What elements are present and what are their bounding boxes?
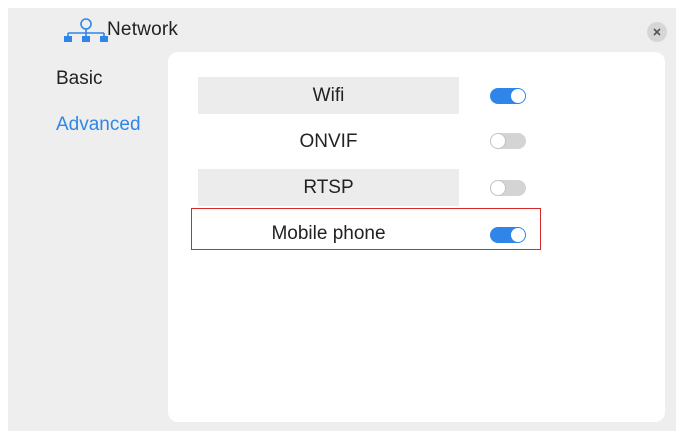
- close-icon: [653, 28, 661, 36]
- settings-row-rtsp: RTSP: [198, 169, 459, 206]
- onvif-label: ONVIF: [299, 130, 358, 152]
- sidebar-item-advanced[interactable]: Advanced: [56, 114, 141, 136]
- toggle-knob: [511, 89, 525, 103]
- onvif-toggle[interactable]: [490, 133, 526, 149]
- sidebar-item-basic[interactable]: Basic: [56, 68, 102, 90]
- mobile-phone-label: Mobile phone: [271, 222, 386, 244]
- settings-row-mobile-phone: Mobile phone: [198, 215, 459, 252]
- settings-row-onvif: ONVIF: [198, 123, 459, 160]
- title-bar: Network: [8, 8, 676, 48]
- wifi-toggle[interactable]: [490, 88, 526, 104]
- settings-row-wifi: Wifi: [198, 77, 459, 114]
- mobile-phone-toggle[interactable]: [490, 227, 526, 243]
- toggle-knob: [491, 181, 505, 195]
- toggle-knob: [511, 228, 525, 242]
- window-title: Network: [107, 19, 179, 40]
- network-topology-icon: [64, 18, 108, 42]
- wifi-label: Wifi: [312, 84, 345, 106]
- rtsp-toggle[interactable]: [490, 180, 526, 196]
- toggle-knob: [491, 134, 505, 148]
- network-settings-window: Network Basic Advanced Wifi ONVIF RTSP M…: [8, 8, 676, 431]
- rtsp-label: RTSP: [303, 176, 354, 198]
- close-button[interactable]: [647, 22, 667, 42]
- advanced-settings-panel: Wifi ONVIF RTSP Mobile phone: [168, 52, 665, 422]
